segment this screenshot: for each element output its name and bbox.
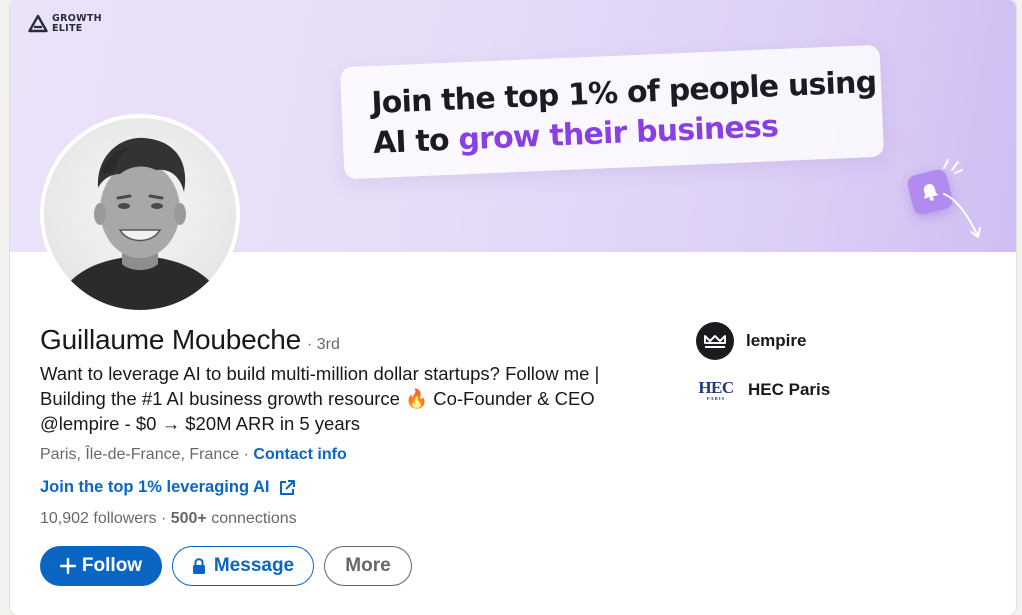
avatar[interactable] xyxy=(44,118,236,310)
more-button-label: More xyxy=(345,555,391,576)
hec-logo-icon: HEC PARIS xyxy=(696,374,736,406)
stats-separator: · xyxy=(156,510,171,527)
profile-card: GROWTH ELITE Join the top 1% of people u… xyxy=(10,0,1016,615)
hec-logo-text: HEC xyxy=(698,377,734,397)
banner-tagline-card: Join the top 1% of people using AI to gr… xyxy=(339,44,885,180)
lock-icon xyxy=(192,558,205,574)
profile-headline: Want to leverage AI to build multi-milli… xyxy=(40,363,600,434)
tagline-line-2: AI to xyxy=(372,122,460,162)
external-link[interactable]: Join the top 1% leveraging AI xyxy=(40,478,296,497)
contact-info-link[interactable]: Contact info xyxy=(253,446,346,463)
triangle-logo-icon xyxy=(28,14,48,33)
message-button[interactable]: Message xyxy=(172,546,314,586)
connections-count: 500+ xyxy=(170,510,207,527)
hec-logo-subtext: PARIS xyxy=(706,395,726,401)
external-link-icon xyxy=(279,479,295,495)
org-hec-name: HEC Paris xyxy=(748,380,831,399)
banner-tagline: Join the top 1% of people using AI to gr… xyxy=(371,63,879,164)
plus-icon xyxy=(59,558,76,574)
org-lempire[interactable]: lempire xyxy=(696,322,806,360)
org-hec-paris[interactable]: HEC PARIS HEC Paris xyxy=(696,374,830,406)
profile-name: Guillaume Moubeche xyxy=(40,324,301,355)
connections-label: connections xyxy=(206,510,297,527)
external-link-label[interactable]: Join the top 1% leveraging AI xyxy=(40,478,270,497)
profile-actions: Follow Message More xyxy=(40,546,412,586)
growth-elite-logo: GROWTH ELITE xyxy=(28,14,102,34)
follow-button-label: Follow xyxy=(81,555,143,576)
profile-location: Paris, Île-de-France, France · xyxy=(40,446,254,463)
followers-count[interactable]: 10,902 followers xyxy=(40,510,157,527)
follow-button[interactable]: Follow xyxy=(40,546,162,586)
curved-arrow-icon xyxy=(943,193,981,238)
more-button[interactable]: More xyxy=(324,546,412,586)
lempire-logo-icon xyxy=(696,322,734,360)
message-button-label: Message xyxy=(213,555,295,576)
logo-line-2: ELITE xyxy=(52,23,83,34)
org-lempire-name: lempire xyxy=(746,331,807,350)
profile-photo xyxy=(54,137,226,310)
connection-degree: · 3rd xyxy=(307,336,340,353)
